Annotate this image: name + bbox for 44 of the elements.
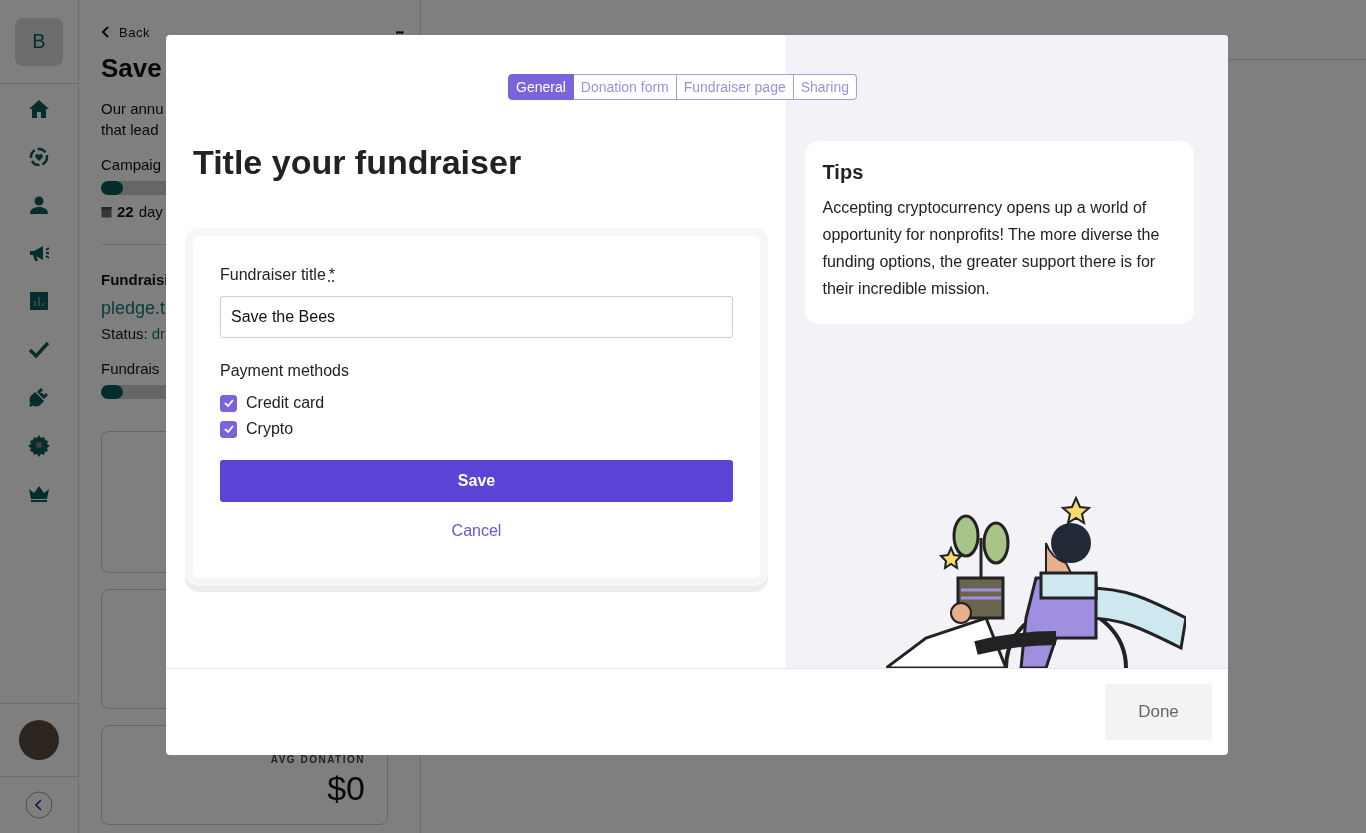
checkmark-icon (223, 425, 234, 433)
calendar-icon (101, 205, 112, 218)
status-label: Status: (101, 325, 148, 342)
checkmark-icon (223, 399, 234, 407)
tips-title: Tips (822, 161, 865, 184)
save-button[interactable]: Save (220, 460, 733, 502)
description-text: that lead (101, 120, 160, 140)
heart-cycle-icon[interactable] (27, 145, 51, 169)
organization-logo[interactable]: B (15, 17, 63, 66)
home-icon[interactable] (27, 97, 51, 121)
chevron-left-icon (101, 26, 111, 38)
avg-donation-value: $0 (327, 769, 365, 808)
cancel-link[interactable]: Cancel (451, 522, 502, 540)
status-value: dr (151, 325, 166, 342)
dialog-heading: Title your fundraiser (193, 143, 523, 182)
campaign-label: Campaig (101, 156, 162, 173)
settings-icon[interactable] (27, 433, 51, 457)
page-title: Save (101, 53, 162, 84)
plug-icon[interactable] (27, 385, 51, 409)
tab[interactable]: Fundraiser page (676, 74, 794, 100)
back-link[interactable]: Back (101, 24, 150, 40)
title-input[interactable]: Save the Bees (220, 296, 733, 338)
tab[interactable]: General (508, 74, 574, 100)
days-count: 22 (117, 203, 134, 220)
fundraising-label: Fundrais (101, 360, 160, 377)
more-options-button[interactable]: ••• (395, 26, 403, 38)
tab[interactable]: Sharing (793, 74, 857, 100)
checkbox[interactable] (220, 394, 237, 412)
checkbox-label: Crypto (246, 420, 294, 438)
collapse-button[interactable] (25, 791, 53, 819)
fundraising-label: Fundraisi (101, 271, 169, 288)
tab[interactable]: Donation form (573, 74, 677, 100)
description-text: Our annu (101, 99, 165, 119)
field-label: Fundraiser title (220, 266, 326, 284)
avg-donation-label: AVG DONATION (270, 754, 365, 765)
tips-text: Accepting cryptocurrency opens up a world of opportunity for nonprofits! The more diverse the funding options, the greater support there is for their incredible mission. (822, 198, 1161, 299)
chart-icon[interactable] (27, 289, 51, 313)
fundraiser-link[interactable]: pledge.t (101, 298, 166, 319)
days-label: day (138, 203, 163, 220)
avatar[interactable] (19, 720, 59, 760)
checkbox[interactable] (220, 420, 237, 438)
required-mark: * (328, 266, 336, 284)
section-label: Payment methods (220, 362, 350, 380)
checkbox-label: Credit card (246, 394, 325, 412)
